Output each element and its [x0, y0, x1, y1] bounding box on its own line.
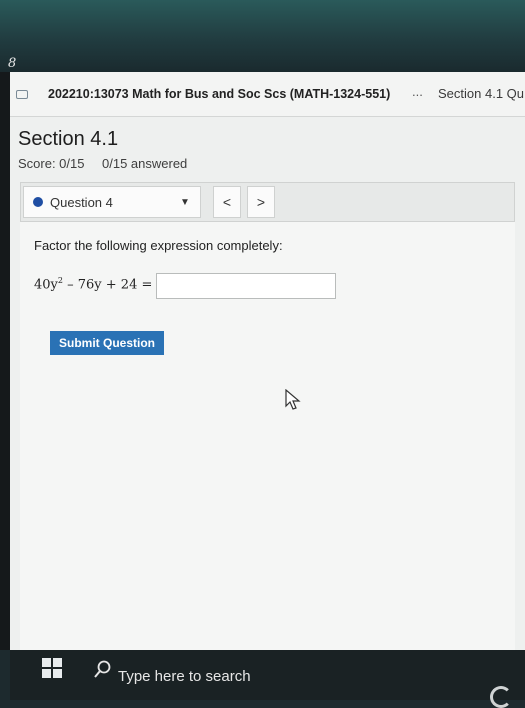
search-icon[interactable] — [94, 660, 112, 680]
answered-count: 0/15 answered — [102, 156, 188, 171]
monitor-bezel-top — [0, 0, 525, 72]
page-title: Section 4.1 — [18, 128, 119, 150]
question-prompt: Factor the following expression complete… — [34, 238, 283, 253]
submit-question-button[interactable]: Submit Question — [50, 331, 164, 355]
expr-rest: – 76y + 24 = — [62, 277, 153, 293]
score-text: Score: 0/15 — [18, 156, 85, 171]
math-expression: 40y2 – 76y + 24 = — [34, 276, 152, 292]
next-question-button[interactable]: > — [247, 186, 275, 218]
section-tab[interactable]: Section 4.1 Qu — [438, 86, 524, 101]
mouse-pointer-icon — [285, 389, 301, 410]
question-select[interactable]: Question 4 ▼ — [23, 186, 201, 218]
question-status-dot-icon — [33, 197, 43, 207]
more-options-icon[interactable]: ... — [412, 84, 423, 99]
monitor-bezel-left — [0, 72, 10, 650]
question-nav-bar: Question 4 ▼ < > — [20, 182, 515, 222]
bezel-mark: 8 — [8, 56, 17, 71]
caret-down-icon: ▼ — [180, 197, 190, 208]
windows-start-icon[interactable] — [42, 658, 62, 678]
taskbar-search-input[interactable]: Type here to search — [118, 668, 251, 685]
expr-coefficient: 40y — [34, 277, 58, 293]
question-panel: Factor the following expression complete… — [20, 222, 515, 650]
course-header: 202210:13073 Math for Bus and Soc Scs (M… — [10, 72, 525, 117]
cortana-circle-icon[interactable] — [490, 686, 512, 708]
course-icon[interactable] — [16, 90, 28, 99]
question-select-label: Question 4 — [50, 195, 113, 210]
course-title[interactable]: 202210:13073 Math for Bus and Soc Scs (M… — [48, 87, 390, 101]
previous-question-button[interactable]: < — [213, 186, 241, 218]
browser-screen: 202210:13073 Math for Bus and Soc Scs (M… — [10, 72, 525, 650]
taskbar: Type here to search — [10, 650, 525, 708]
answer-input[interactable] — [156, 273, 336, 299]
